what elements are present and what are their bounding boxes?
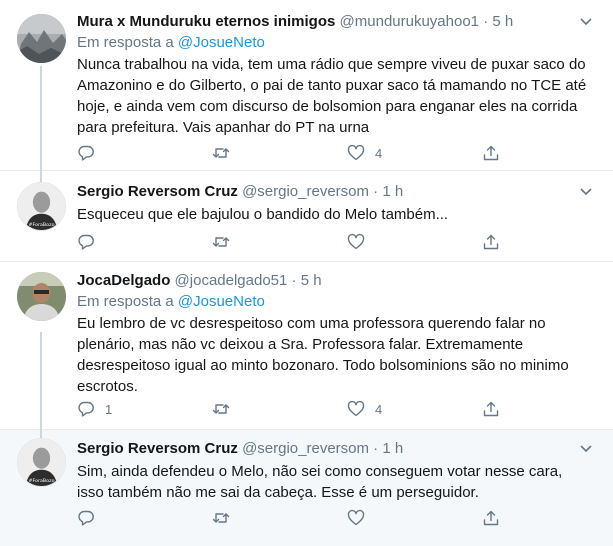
reply-to-link[interactable]: @JosueNeto — [178, 34, 265, 51]
thread-connector — [40, 430, 42, 438]
like-count: 4 — [375, 401, 383, 417]
retweet-icon — [212, 237, 230, 247]
heart-icon — [347, 233, 365, 250]
chevron-down-icon[interactable] — [577, 12, 595, 30]
timestamp[interactable]: 1 h — [382, 183, 403, 200]
action-bar — [77, 232, 507, 252]
avatar-badge-text: #ForaBozo — [28, 478, 54, 484]
like-button[interactable] — [347, 508, 375, 528]
tweet-text: Nunca trabalhou na vida, tem uma rádio q… — [77, 56, 587, 136]
avatar[interactable]: #ForaBozo — [17, 182, 66, 231]
share-icon — [483, 234, 499, 250]
retweet-button[interactable] — [212, 143, 240, 163]
tweet-card[interactable]: Mura x Munduruku eternos inimigos @mundu… — [0, 0, 613, 171]
author-name[interactable]: Sergio Reversom Cruz — [77, 440, 238, 457]
reply-button[interactable] — [77, 232, 105, 252]
separator-dot: · — [373, 440, 379, 457]
action-bar: 4 — [77, 143, 507, 163]
separator-dot: · — [483, 13, 489, 30]
reply-prefix: Em resposta a — [77, 293, 174, 310]
tweet-card[interactable]: #ForaBozo Sergio Reversom Cruz @sergio_r… — [0, 171, 613, 262]
reply-icon — [78, 510, 94, 526]
reply-feed: Mura x Munduruku eternos inimigos @mundu… — [0, 0, 613, 546]
chevron-down-icon[interactable] — [577, 439, 595, 457]
reply-to-link[interactable]: @JosueNeto — [178, 293, 265, 310]
like-button[interactable]: 4 — [347, 143, 382, 163]
reply-prefix: Em resposta a — [77, 34, 174, 51]
action-bar — [77, 508, 507, 528]
reply-context: Em resposta a @JosueNeto — [77, 292, 589, 312]
action-bar: 1 4 — [77, 399, 507, 419]
reply-context: Em resposta a @JosueNeto — [77, 33, 589, 53]
chevron-down-icon[interactable] — [577, 182, 595, 200]
retweet-icon — [212, 404, 230, 414]
reply-button[interactable]: 1 — [77, 399, 112, 419]
tweet-card[interactable]: JocaDelgado @jocadelgado51 · 5 h Em resp… — [0, 262, 613, 430]
timestamp[interactable]: 5 h — [492, 13, 513, 30]
thread-connector — [40, 66, 42, 182]
separator-dot: · — [373, 183, 379, 200]
tweet-card[interactable]: #ForaBozo Sergio Reversom Cruz @sergio_r… — [0, 430, 613, 546]
share-button[interactable] — [482, 508, 500, 528]
author-handle[interactable]: @mundurukuyahoo1 — [340, 13, 479, 30]
retweet-icon — [212, 148, 230, 158]
share-button[interactable] — [482, 399, 500, 419]
timestamp[interactable]: 1 h — [382, 440, 403, 457]
like-count: 4 — [375, 145, 383, 161]
retweet-button[interactable] — [212, 232, 240, 252]
timestamp[interactable]: 5 h — [301, 272, 322, 289]
reply-icon — [78, 145, 94, 161]
author-name[interactable]: Mura x Munduruku eternos inimigos — [77, 13, 335, 30]
author-handle[interactable]: @sergio_reversom — [242, 440, 369, 457]
avatar[interactable] — [17, 14, 66, 63]
reply-icon — [78, 401, 94, 417]
share-button[interactable] — [482, 143, 500, 163]
heart-icon — [347, 144, 365, 161]
heart-icon — [347, 509, 365, 526]
tweet-text: Esqueceu que ele bajulou o bandido do Me… — [77, 206, 449, 223]
tweet-text: Sim, ainda defendeu o Melo, não sei como… — [77, 463, 563, 501]
tweet-text: Eu lembro de vc desrespeitoso com uma pr… — [77, 315, 569, 395]
author-name[interactable]: Sergio Reversom Cruz — [77, 183, 238, 200]
reply-button[interactable] — [77, 143, 105, 163]
separator-dot: · — [291, 272, 297, 289]
reply-icon — [78, 234, 94, 250]
like-button[interactable] — [347, 232, 375, 252]
avatar-badge-text: #ForaBozo — [28, 222, 54, 228]
retweet-icon — [212, 513, 230, 523]
share-icon — [483, 401, 499, 417]
share-icon — [483, 145, 499, 161]
author-handle[interactable]: @jocadelgado51 — [175, 272, 288, 289]
retweet-button[interactable] — [212, 399, 240, 419]
author-handle[interactable]: @sergio_reversom — [242, 183, 369, 200]
avatar[interactable] — [17, 272, 66, 321]
author-name[interactable]: JocaDelgado — [77, 272, 170, 289]
heart-icon — [347, 400, 365, 417]
share-button[interactable] — [482, 232, 500, 252]
reply-button[interactable] — [77, 508, 105, 528]
avatar[interactable]: #ForaBozo — [17, 438, 66, 487]
retweet-button[interactable] — [212, 508, 240, 528]
thread-connector — [40, 332, 42, 430]
like-button[interactable]: 4 — [347, 399, 382, 419]
share-icon — [483, 510, 499, 526]
reply-count: 1 — [105, 401, 113, 417]
